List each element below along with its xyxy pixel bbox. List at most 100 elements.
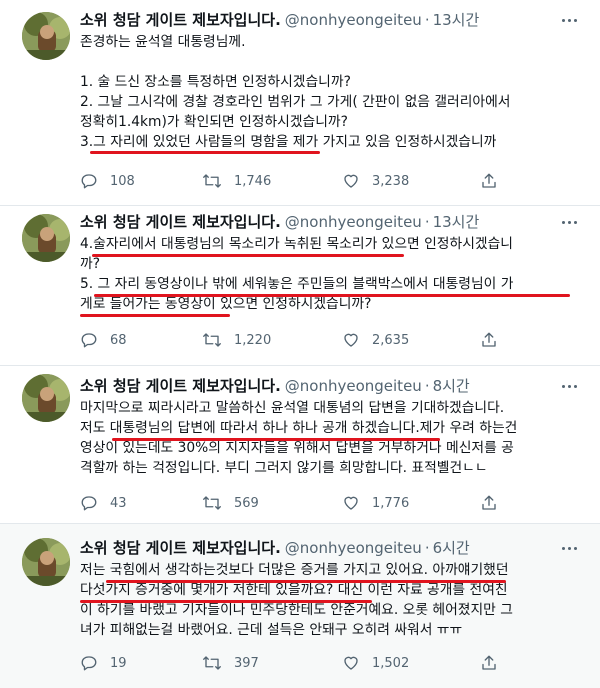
tweet-actions: 43 569 1,776 xyxy=(80,493,590,513)
timestamp[interactable]: 6시간 xyxy=(433,539,470,557)
retweet-count: 1,220 xyxy=(234,332,272,348)
highlight-underline xyxy=(92,254,404,257)
retweet-icon xyxy=(203,174,221,188)
reply-icon xyxy=(81,656,97,671)
avatar[interactable] xyxy=(22,538,70,586)
display-name[interactable]: 소위 청담 게이트 제보자입니다. xyxy=(80,213,281,231)
share-icon xyxy=(482,332,496,347)
tweet-line: 정확히1.4km)가 확인되면 인정하시겠습니까? xyxy=(80,114,348,130)
tweet-line xyxy=(80,52,590,72)
reply-icon xyxy=(81,333,97,348)
like-count: 3,238 xyxy=(372,173,410,189)
like-icon xyxy=(344,496,358,510)
reply-count: 68 xyxy=(110,332,127,348)
tweet-line: 2. 그날 그시각에 경찰 경호라인 범위가 그 가게( 간판이 없음 갤러리아… xyxy=(80,94,511,110)
like-button[interactable]: 1,502 xyxy=(342,653,409,673)
retweet-button[interactable]: 1,746 xyxy=(202,171,271,191)
retweet-icon xyxy=(203,496,221,510)
separator-dot: · xyxy=(424,539,430,557)
like-button[interactable]: 3,238 xyxy=(342,171,409,191)
more-icon[interactable] xyxy=(560,14,580,28)
retweet-icon xyxy=(203,333,221,347)
more-icon[interactable] xyxy=(560,380,580,394)
separator-dot: · xyxy=(424,377,430,395)
share-button[interactable] xyxy=(480,493,498,513)
reply-icon xyxy=(81,174,97,189)
tweet-actions: 108 1,746 3,238 xyxy=(80,171,590,191)
tweet-header: 소위 청담 게이트 제보자입니다. @nonhyeongeiteu · 13시간 xyxy=(80,10,479,30)
tweet-1[interactable]: 소위 청담 게이트 제보자입니다. @nonhyeongeiteu · 13시간 존경… xyxy=(0,0,600,205)
retweet-button[interactable]: 397 xyxy=(202,653,259,673)
tweet-header: 소위 청담 게이트 제보자입니다. @nonhyeongeiteu · 8시간 xyxy=(80,376,470,396)
reply-button[interactable]: 43 xyxy=(80,493,127,513)
retweet-count: 397 xyxy=(234,655,259,671)
retweet-button[interactable]: 569 xyxy=(202,493,259,513)
user-handle[interactable]: @nonhyeongeiteu xyxy=(285,11,422,29)
share-icon xyxy=(482,655,496,670)
like-count: 1,776 xyxy=(372,495,410,511)
tweet-text: 존경하는 윤석열 대통령님께. 1. 술 드신 장소를 특정하면 인정하시겠습니… xyxy=(80,32,590,152)
tweet-line: 1. 술 드신 장소를 특정하면 인정하시겠습니까? xyxy=(80,74,351,90)
like-button[interactable]: 2,635 xyxy=(342,330,409,350)
tweet-4[interactable]: 소위 청담 게이트 제보자입니다. @nonhyeongeiteu · 6시간 저는 … xyxy=(0,524,600,688)
reply-button[interactable]: 19 xyxy=(80,653,127,673)
highlight-underline xyxy=(80,314,230,317)
retweet-button[interactable]: 1,220 xyxy=(202,330,271,350)
display-name[interactable]: 소위 청담 게이트 제보자입니다. xyxy=(80,539,281,557)
tweet-line: 영상이 있는데도 30%의 지지자들을 위해서 답변을 거부하거나 메신저를 공 xyxy=(80,440,514,456)
reply-button[interactable]: 68 xyxy=(80,330,127,350)
display-name[interactable]: 소위 청담 게이트 제보자입니다. xyxy=(80,11,281,29)
highlight-underline xyxy=(112,438,440,441)
tweet-line: 이 하기를 바랬고 기자들이나 민주당한테도 안준거예요. 오롯 헤어졌지만 그 xyxy=(80,602,513,618)
share-button[interactable] xyxy=(480,330,498,350)
tweet-3[interactable]: 소위 청담 게이트 제보자입니다. @nonhyeongeiteu · 8시간 마지막… xyxy=(0,366,600,523)
more-icon[interactable] xyxy=(560,542,580,556)
retweet-icon xyxy=(203,656,221,670)
tweet-line: 존경하는 윤석열 대통령님께. xyxy=(80,34,246,50)
retweet-count: 1,746 xyxy=(234,173,272,189)
user-handle[interactable]: @nonhyeongeiteu xyxy=(285,377,422,395)
avatar[interactable] xyxy=(22,12,70,60)
tweet-line: 까? xyxy=(80,256,101,272)
avatar[interactable] xyxy=(22,214,70,262)
tweet-2[interactable]: 소위 청담 게이트 제보자입니다. @nonhyeongeiteu · 13시간 4.… xyxy=(0,206,600,365)
like-button[interactable]: 1,776 xyxy=(342,493,409,513)
timestamp[interactable]: 13시간 xyxy=(433,213,480,231)
tweet-line: 4.술자리에서 대통령님의 목소리가 녹취된 목소리가 있으면 인정하시겠습니 xyxy=(80,236,513,252)
user-handle[interactable]: @nonhyeongeiteu xyxy=(285,213,422,231)
separator-dot: · xyxy=(424,213,430,231)
highlight-underline xyxy=(90,151,320,154)
tweet-actions: 68 1,220 2,635 xyxy=(80,330,590,350)
like-icon xyxy=(344,333,358,347)
highlight-underline xyxy=(106,580,506,583)
timestamp[interactable]: 8시간 xyxy=(433,377,470,395)
tweet-line: 게로 들어가는 동영상이 있으면 인정하시겠습니까? xyxy=(80,296,372,312)
share-button[interactable] xyxy=(480,171,498,191)
highlight-underline xyxy=(94,294,570,297)
share-icon xyxy=(482,173,496,188)
reply-count: 19 xyxy=(110,655,127,671)
tweet-header: 소위 청담 게이트 제보자입니다. @nonhyeongeiteu · 6시간 xyxy=(80,538,470,558)
like-icon xyxy=(344,656,358,670)
share-button[interactable] xyxy=(480,653,498,673)
tweet-line: 마지막으로 찌라시라고 말씀하신 윤석열 대통념의 답변을 기대하겠습니다. xyxy=(80,400,505,416)
timestamp[interactable]: 13시간 xyxy=(433,11,480,29)
tweet-text: 4.술자리에서 대통령님의 목소리가 녹취된 목소리가 있으면 인정하시겠습니 … xyxy=(80,234,590,314)
more-icon[interactable] xyxy=(560,216,580,230)
tweet-line: 다섯가지 증거중에 몇개가 저한테 있을까요? 대신 이런 자료 공개를 전여친 xyxy=(80,582,508,598)
like-icon xyxy=(344,174,358,188)
display-name[interactable]: 소위 청담 게이트 제보자입니다. xyxy=(80,377,281,395)
tweet-header: 소위 청담 게이트 제보자입니다. @nonhyeongeiteu · 13시간 xyxy=(80,212,479,232)
user-handle[interactable]: @nonhyeongeiteu xyxy=(285,539,422,557)
tweet-actions: 19 397 1,502 xyxy=(80,653,590,673)
highlight-underline xyxy=(80,600,372,603)
retweet-count: 569 xyxy=(234,495,259,511)
tweet-line: 5. 그 자리 동영상이나 밖에 세워놓은 주민들의 블랙박스에서 대통령님이 … xyxy=(80,276,514,292)
reply-button[interactable]: 108 xyxy=(80,171,135,191)
reply-count: 43 xyxy=(110,495,127,511)
tweet-line: 녀가 피해없는걸 바랬어요. 근데 설득은 안돼구 오히려 싸워서 ㅠㅠ xyxy=(80,622,463,638)
like-count: 2,635 xyxy=(372,332,410,348)
reply-count: 108 xyxy=(110,173,135,189)
avatar[interactable] xyxy=(22,374,70,422)
share-icon xyxy=(482,495,496,510)
